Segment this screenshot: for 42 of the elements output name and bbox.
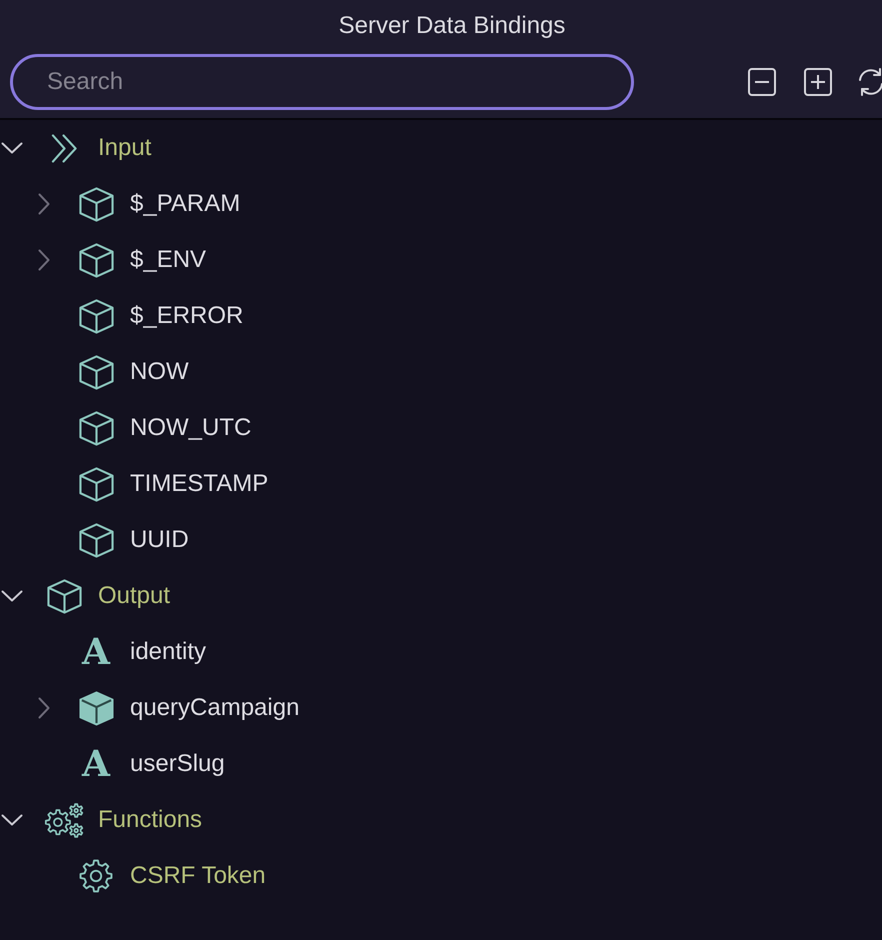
cube-icon [78, 354, 114, 390]
chevron-right-icon[interactable] [38, 697, 50, 719]
letter-icon: A [82, 634, 110, 670]
tree-item-label[interactable]: queryCampaign [130, 693, 300, 723]
tree-item-label[interactable]: identity [130, 637, 206, 667]
tree-item-label[interactable]: TIMESTAMP [130, 469, 268, 499]
expand-all-button[interactable] [804, 68, 832, 96]
tree-item-label[interactable]: $_PARAM [130, 189, 240, 219]
cube-icon [78, 522, 114, 558]
chevron-down-icon[interactable] [1, 142, 23, 154]
tree-item-label[interactable]: UUID [130, 525, 189, 555]
letter-icon: A [82, 746, 110, 782]
chevron-down-icon[interactable] [1, 590, 23, 602]
gears-icon [44, 800, 84, 840]
solid-cube-icon [78, 690, 114, 726]
cube-icon [78, 242, 114, 278]
tree-item-label[interactable]: NOW_UTC [130, 413, 252, 443]
tree-item-label[interactable]: NOW [130, 357, 189, 387]
refresh-button[interactable] [856, 67, 882, 97]
tree-item-label[interactable]: userSlug [130, 749, 225, 779]
tree-item-label[interactable]: CSRF Token [130, 861, 266, 891]
tree-item-label[interactable]: Input [98, 133, 152, 163]
double-chevron-icon [50, 134, 78, 162]
collapse-all-button[interactable] [748, 68, 776, 96]
plus-square-icon [804, 68, 832, 96]
search-field[interactable]: Search [10, 54, 634, 110]
tree-item-label[interactable]: Output [98, 581, 170, 611]
chevron-down-icon[interactable] [1, 814, 23, 826]
gear-icon [79, 859, 113, 893]
cube-icon [78, 466, 114, 502]
tree-item-label[interactable]: $_ENV [130, 245, 206, 275]
cube-icon [78, 186, 114, 222]
refresh-icon [859, 68, 882, 96]
tree-item-label[interactable]: Functions [98, 805, 202, 835]
minus-square-icon [748, 68, 776, 96]
cube-icon [78, 410, 114, 446]
cube-icon [46, 578, 82, 614]
cube-icon [78, 298, 114, 334]
panel-title: Server Data Bindings [338, 11, 566, 41]
chevron-right-icon[interactable] [38, 249, 50, 271]
tree-item-label[interactable]: $_ERROR [130, 301, 244, 331]
chevron-right-icon[interactable] [38, 193, 50, 215]
